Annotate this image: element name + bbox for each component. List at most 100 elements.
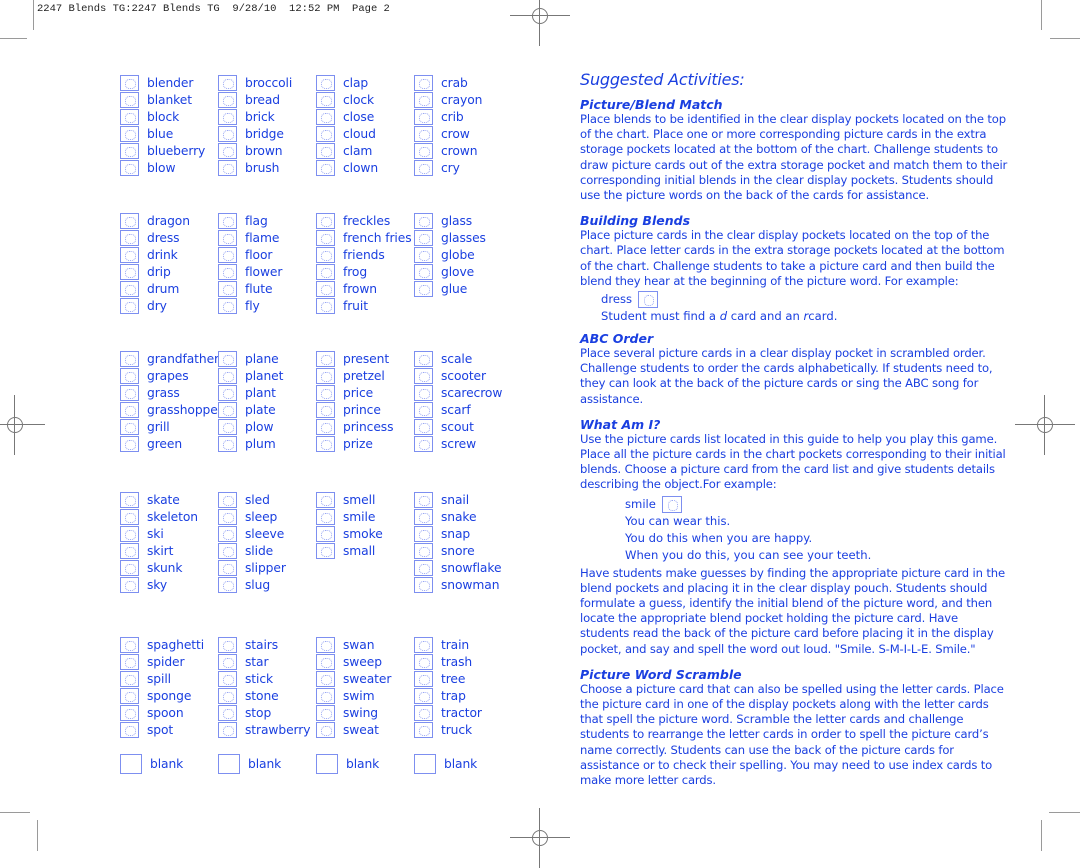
picture-card-word: truck bbox=[441, 722, 473, 737]
picture-card-word: swan bbox=[343, 637, 375, 652]
picture-card-word: blow bbox=[147, 160, 176, 175]
picture-card-item: flag bbox=[218, 212, 314, 229]
picture-card-word: brick bbox=[245, 109, 275, 124]
picture-card-item: frown bbox=[316, 280, 412, 297]
picture-card-icon bbox=[120, 263, 139, 280]
picture-card-icon bbox=[218, 576, 237, 593]
picture-card-icon bbox=[218, 542, 237, 559]
picture-card-item: train bbox=[414, 636, 510, 653]
picture-card-icon bbox=[316, 491, 335, 508]
picture-card-item: screw bbox=[414, 435, 510, 452]
picture-card-word: glue bbox=[441, 281, 468, 296]
blank-card-label: blank bbox=[346, 757, 380, 771]
picture-card-item: frog bbox=[316, 263, 412, 280]
picture-card-icon bbox=[316, 91, 335, 108]
picture-card-icon bbox=[316, 508, 335, 525]
picture-card-item: skeleton bbox=[120, 508, 216, 525]
picture-card-word: pretzel bbox=[343, 368, 385, 383]
picture-card-word: blue bbox=[147, 126, 174, 141]
picture-card-word: globe bbox=[441, 247, 475, 262]
crop-mark bbox=[0, 38, 27, 39]
picture-card-item: dragon bbox=[120, 212, 216, 229]
picture-card-item: bread bbox=[218, 91, 314, 108]
picture-card-icon bbox=[120, 508, 139, 525]
picture-card-word: scout bbox=[441, 419, 474, 434]
picture-card-word: blender bbox=[147, 75, 194, 90]
picture-card-icon bbox=[414, 491, 433, 508]
picture-card-icon bbox=[120, 418, 139, 435]
picture-card-icon bbox=[414, 542, 433, 559]
section-picture-blend-match: Picture/Blend Match Place blends to be i… bbox=[580, 97, 1010, 203]
picture-card-word: block bbox=[147, 109, 180, 124]
registration-mark-top bbox=[510, 0, 570, 46]
picture-card-item: snap bbox=[414, 525, 510, 542]
picture-card-word: tractor bbox=[441, 705, 482, 720]
picture-card-word: plum bbox=[245, 436, 276, 451]
picture-card-word: sweep bbox=[343, 654, 382, 669]
picture-card-item: close bbox=[316, 108, 412, 125]
section-heading: Building Blends bbox=[580, 213, 691, 229]
picture-card-item: spill bbox=[120, 670, 216, 687]
picture-card-icon bbox=[218, 687, 237, 704]
picture-card-item: sweat bbox=[316, 721, 412, 738]
section-body: Place picture cards in the clear display… bbox=[580, 228, 1005, 288]
picture-card-icon bbox=[316, 653, 335, 670]
picture-card-word: scarecrow bbox=[441, 385, 503, 400]
picture-card-item: star bbox=[218, 653, 314, 670]
picture-card-item: blanket bbox=[120, 91, 216, 108]
picture-card-icon bbox=[218, 91, 237, 108]
picture-card-item: sled bbox=[218, 491, 314, 508]
picture-card-item: stairs bbox=[218, 636, 314, 653]
picture-card-icon bbox=[120, 212, 139, 229]
picture-card-word: small bbox=[343, 543, 376, 558]
picture-card-item: flower bbox=[218, 263, 314, 280]
picture-card-item: swim bbox=[316, 687, 412, 704]
picture-card-word: crow bbox=[441, 126, 470, 141]
blank-card-label: blank bbox=[444, 757, 478, 771]
picture-card-icon bbox=[120, 401, 139, 418]
picture-card-word: snap bbox=[441, 526, 471, 541]
picture-card-item: snowman bbox=[414, 576, 510, 593]
picture-card-icon bbox=[120, 704, 139, 721]
section-heading: What Am I? bbox=[580, 416, 661, 432]
picture-card-item: present bbox=[316, 350, 412, 367]
picture-card-word: scarf bbox=[441, 402, 471, 417]
picture-card-word: flower bbox=[245, 264, 283, 279]
example-instruction: Student must find a d card and an r card… bbox=[601, 309, 838, 324]
picture-card-word: freckles bbox=[343, 213, 391, 228]
picture-card-item: grandfather bbox=[120, 350, 219, 367]
picture-card-icon bbox=[120, 246, 139, 263]
blank-card: blank bbox=[120, 754, 216, 774]
picture-card-word: tree bbox=[441, 671, 466, 686]
picture-card-icon bbox=[414, 263, 433, 280]
picture-card-icon bbox=[414, 212, 433, 229]
picture-card-word: fly bbox=[245, 298, 260, 313]
picture-card-icon bbox=[120, 125, 139, 142]
section-body: Place blends to be identified in the cle… bbox=[580, 112, 1008, 203]
picture-card-item: drip bbox=[120, 263, 216, 280]
section-body: Use the picture cards list located in th… bbox=[580, 431, 1006, 492]
picture-card-word: sweat bbox=[343, 722, 379, 737]
picture-card-item: sweater bbox=[316, 670, 412, 687]
picture-card-word: glove bbox=[441, 264, 475, 279]
picture-card-word: grandfather bbox=[147, 351, 219, 366]
picture-card-item: slide bbox=[218, 542, 314, 559]
picture-card-item: crib bbox=[414, 108, 510, 125]
picture-card-word: scooter bbox=[441, 368, 486, 383]
picture-card-word: brown bbox=[245, 143, 283, 158]
picture-card-word: brush bbox=[245, 160, 280, 175]
picture-card-icon bbox=[120, 542, 139, 559]
picture-card-word: sweater bbox=[343, 671, 392, 686]
picture-card-word: sleeve bbox=[245, 526, 285, 541]
picture-card-word: sleep bbox=[245, 509, 278, 524]
picture-card-word: stick bbox=[245, 671, 274, 686]
picture-card-word: train bbox=[441, 637, 470, 652]
picture-card-word: stone bbox=[245, 688, 279, 703]
picture-card-item: glove bbox=[414, 263, 510, 280]
picture-card-icon bbox=[218, 159, 237, 176]
picture-card-word: snail bbox=[441, 492, 470, 507]
clue: When you do this, you can see your teeth… bbox=[625, 547, 872, 562]
picture-card-word: flute bbox=[245, 281, 273, 296]
word-column: swan sweep sweater swim swing sweat bbox=[316, 636, 412, 738]
picture-card-item: skirt bbox=[120, 542, 216, 559]
